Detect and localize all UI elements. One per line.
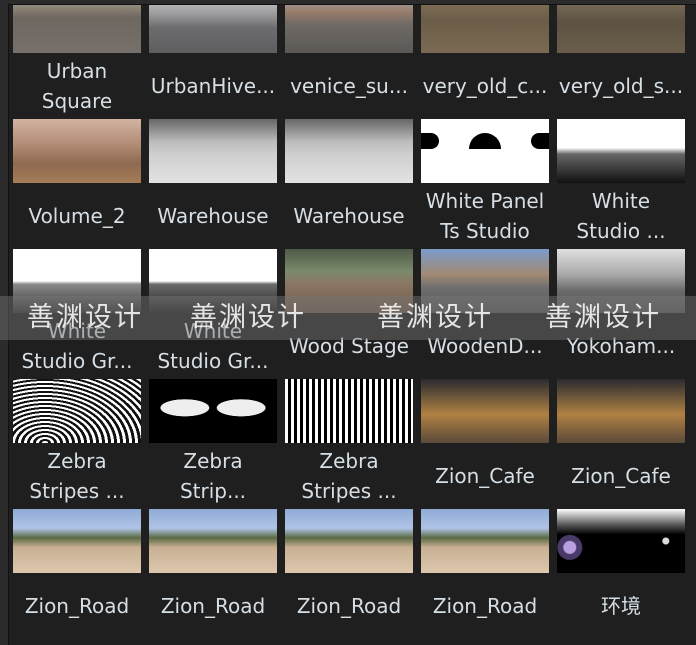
environment-thumbnail xyxy=(557,509,685,573)
environment-item[interactable]: very_old_c... xyxy=(421,5,549,119)
environment-thumbnail xyxy=(285,379,413,443)
environment-label: Zion_Road xyxy=(296,594,402,618)
environment-thumbnail xyxy=(13,379,141,443)
environment-thumbnail xyxy=(285,509,413,573)
environment-label: UrbanHive... xyxy=(150,74,276,98)
environment-thumbnail xyxy=(285,5,413,53)
environment-label: Zebra Strip... xyxy=(179,449,247,503)
environment-label: Yokoham... xyxy=(566,334,676,358)
environment-item[interactable]: Zion_Road xyxy=(149,509,277,639)
environment-label: venice_su... xyxy=(290,74,408,98)
environment-label: Zebra Stripes ... xyxy=(301,449,397,503)
environment-label: Warehouse xyxy=(157,204,269,228)
environment-item[interactable]: Zebra Stripes ... xyxy=(13,379,141,509)
environment-item[interactable]: Yokoham... xyxy=(557,249,685,379)
environment-label: White Panel Ts Studio xyxy=(425,189,545,243)
environment-label: Warehouse xyxy=(293,204,405,228)
environment-label: WoodenD... xyxy=(427,334,543,358)
environment-item[interactable]: Zion_Cafe xyxy=(557,379,685,509)
environment-item[interactable]: venice_su... xyxy=(285,5,413,119)
environment-thumbnail xyxy=(421,509,549,573)
environment-label: Wood Stage xyxy=(289,334,409,358)
environment-thumbnail xyxy=(421,5,549,53)
environment-thumbnail xyxy=(13,249,141,313)
environment-thumbnail xyxy=(421,249,549,313)
environment-thumbnail xyxy=(13,509,141,573)
environment-label: Urban Square xyxy=(41,59,113,113)
environment-item[interactable]: UrbanHive... xyxy=(149,5,277,119)
environment-item[interactable]: White Panel Ts Studio xyxy=(421,119,549,249)
environment-thumbnail xyxy=(149,379,277,443)
environment-grid: Urban Square UrbanHive... venice_su... very… xyxy=(8,4,696,645)
environment-thumbnail xyxy=(13,119,141,183)
environment-item[interactable]: Zion_Road xyxy=(285,509,413,639)
environment-item[interactable]: White Studio Gr... xyxy=(149,249,277,379)
environment-item[interactable]: 环境 xyxy=(557,509,685,639)
environment-item[interactable]: Zion_Road xyxy=(13,509,141,639)
environment-thumbnail xyxy=(557,119,685,183)
environment-thumbnail xyxy=(285,119,413,183)
environment-item[interactable]: Warehouse xyxy=(149,119,277,249)
environment-label: Zion_Road xyxy=(24,594,130,618)
environment-thumbnail xyxy=(13,5,141,53)
environment-item[interactable]: White Studio Gr... xyxy=(13,249,141,379)
environment-label: Zion_Road xyxy=(160,594,266,618)
environment-item[interactable]: Zebra Stripes ... xyxy=(285,379,413,509)
environment-thumbnail xyxy=(557,249,685,313)
environment-label: Zion_Cafe xyxy=(571,464,671,488)
environment-label: Zion_Cafe xyxy=(435,464,535,488)
environment-item[interactable]: Urban Square xyxy=(13,5,141,119)
environment-label: White Studio Gr... xyxy=(157,319,269,373)
environment-label: very_old_c... xyxy=(422,74,548,98)
environment-label: Zebra Stripes ... xyxy=(29,449,125,503)
environment-item[interactable]: White Studio ... xyxy=(557,119,685,249)
environment-item[interactable]: Zebra Strip... xyxy=(149,379,277,509)
environment-item[interactable]: WoodenD... xyxy=(421,249,549,379)
environment-thumbnail xyxy=(149,249,277,313)
environment-thumbnail xyxy=(557,379,685,443)
environment-item[interactable]: Zion_Road xyxy=(421,509,549,639)
environment-thumbnail xyxy=(557,5,685,53)
environment-thumbnail xyxy=(421,379,549,443)
environment-label: Zion_Road xyxy=(432,594,538,618)
environment-label: 环境 xyxy=(601,594,641,618)
environment-label: Volume_2 xyxy=(28,204,126,228)
environment-thumbnail xyxy=(149,119,277,183)
environment-item[interactable]: Zion_Cafe xyxy=(421,379,549,509)
environment-thumbnail xyxy=(149,509,277,573)
environment-label: very_old_s... xyxy=(558,74,684,98)
environment-label: White Studio ... xyxy=(576,189,666,243)
environment-thumbnail xyxy=(285,249,413,313)
environment-item[interactable]: Wood Stage xyxy=(285,249,413,379)
environment-item[interactable]: Warehouse xyxy=(285,119,413,249)
environment-thumbnail xyxy=(149,5,277,53)
environment-item[interactable]: Volume_2 xyxy=(13,119,141,249)
environment-item[interactable]: very_old_s... xyxy=(557,5,685,119)
environment-label: White Studio Gr... xyxy=(21,319,133,373)
environment-thumbnail xyxy=(421,119,549,183)
